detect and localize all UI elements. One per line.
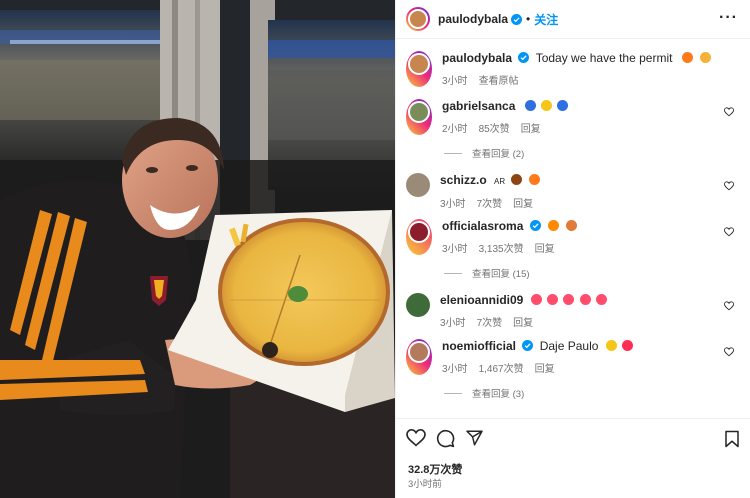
post-photo[interactable] [0,0,395,498]
view-replies-link[interactable]: 查看回复 (2) [444,146,524,160]
more-icon[interactable]: ··· [719,10,738,26]
comment-row: noemiofficial Daje Paulo 3小时 1,467次赞 回复 [406,339,740,375]
author-avatar-ring[interactable] [406,7,430,31]
comment-time: 3小时 [442,244,468,255]
post-header: paulodybala • 关注 ··· [396,0,750,39]
comment-row: schizz.o AR 3小时 7次赞 回复 [406,173,740,210]
comment-text: Daje Paulo [539,339,599,353]
blue-heart-icon [557,100,569,111]
verified-icon [529,220,541,231]
avatar[interactable] [406,173,430,197]
header-separator: • [526,12,531,26]
comment-row: gabrielsanca 2小时 85次赞 回复 [406,99,740,135]
reply-button[interactable]: 回复 [535,240,555,255]
comment-icon[interactable] [436,429,455,448]
reply-button[interactable]: 回复 [513,314,533,329]
author-username[interactable]: paulodybala [438,12,508,26]
comment-username[interactable]: noemiofficial [442,339,516,353]
post-image [0,0,395,498]
heart-eyes-emoji-icon [530,294,542,305]
heart-icon[interactable] [406,429,426,447]
comment-likes[interactable]: 1,467次赞 [479,360,524,375]
heart-eyes-emoji-icon [579,294,591,305]
avatar [408,341,430,363]
avatar[interactable] [406,293,430,317]
heart-icon[interactable] [724,227,734,237]
avatar [408,53,430,75]
comment-username[interactable]: gabrielsanca [442,99,515,113]
comment-username[interactable]: officialasroma [442,219,523,233]
replies-divider [444,272,462,274]
comment-time: 2小时 [442,124,468,135]
comment-likes[interactable]: 7次赞 [477,314,503,329]
comment-likes[interactable]: 3,135次赞 [479,240,524,255]
pizza-emoji-icon [566,220,578,231]
heart-icon[interactable] [724,301,734,311]
action-bar: 32.8万次赞 3小时前 [396,418,750,498]
reply-button[interactable]: 回复 [513,195,533,210]
heart-icon[interactable] [724,181,734,191]
region-badge: AR [494,177,506,186]
caption-username[interactable]: paulodybala [442,51,512,65]
verified-icon [522,340,534,351]
comment-row: officialasroma 3小时 3,135次赞 回复 [406,219,740,255]
heart-icon[interactable] [724,107,734,117]
view-replies-link[interactable]: 查看回复 (3) [444,386,524,400]
heart-eyes-emoji-icon [563,294,575,305]
blue-heart-icon [524,100,536,111]
emoji-icon [548,220,560,231]
caption-text: Today we have the permit [535,51,673,65]
emoji-icon [510,174,522,185]
view-replies-label: 查看回复 (2) [472,149,525,160]
comment-username[interactable]: schizz.o [440,173,487,187]
fire-emoji-icon [528,174,540,185]
comment-row: elenioannidi09 3小时 7次赞 回复 [406,293,740,329]
red-heart-icon [622,340,634,351]
caption-time: 3小时 [442,76,468,87]
comment-time: 3小时 [440,318,466,329]
reply-button[interactable]: 回复 [521,120,541,135]
reply-button[interactable]: 回复 [535,360,555,375]
heart-eyes-emoji-icon [596,294,608,305]
comment-likes[interactable]: 85次赞 [479,120,510,135]
avatar [408,9,428,29]
yellow-heart-icon [605,340,617,351]
likes-count[interactable]: 32.8万次赞 [408,461,462,477]
heart-icon[interactable] [724,347,734,357]
comment-likes[interactable]: 7次赞 [477,195,503,210]
replies-divider [444,152,462,154]
comment-time: 3小时 [440,199,466,210]
view-replies-label: 查看回复 (3) [472,389,525,400]
heart-eyes-emoji-icon [547,294,559,305]
posted-time: 3小时前 [408,479,442,490]
comment-username[interactable]: elenioannidi09 [440,293,523,307]
yellow-heart-icon [541,100,553,111]
comment-time: 3小时 [442,364,468,375]
avatar [408,221,430,243]
caption-row: paulodybala Today we have the permit 3小时… [406,51,740,87]
replies-divider [444,392,462,394]
pizza-emoji-icon [700,52,712,63]
follow-button[interactable]: 关注 [534,11,558,28]
comments-pane: paulodybala • 关注 ··· paulodybala Today w… [395,0,750,498]
view-replies-label: 查看回复 (15) [472,269,530,280]
translate-link[interactable]: 查看原帖 [479,72,519,87]
emoji-icon [681,52,693,63]
save-icon[interactable] [724,430,740,448]
avatar [408,101,430,123]
verified-icon [511,13,523,25]
view-replies-link[interactable]: 查看回复 (15) [444,266,530,280]
comment-list[interactable]: paulodybala Today we have the permit 3小时… [396,39,750,417]
verified-icon [518,52,530,63]
share-icon[interactable] [465,429,484,447]
